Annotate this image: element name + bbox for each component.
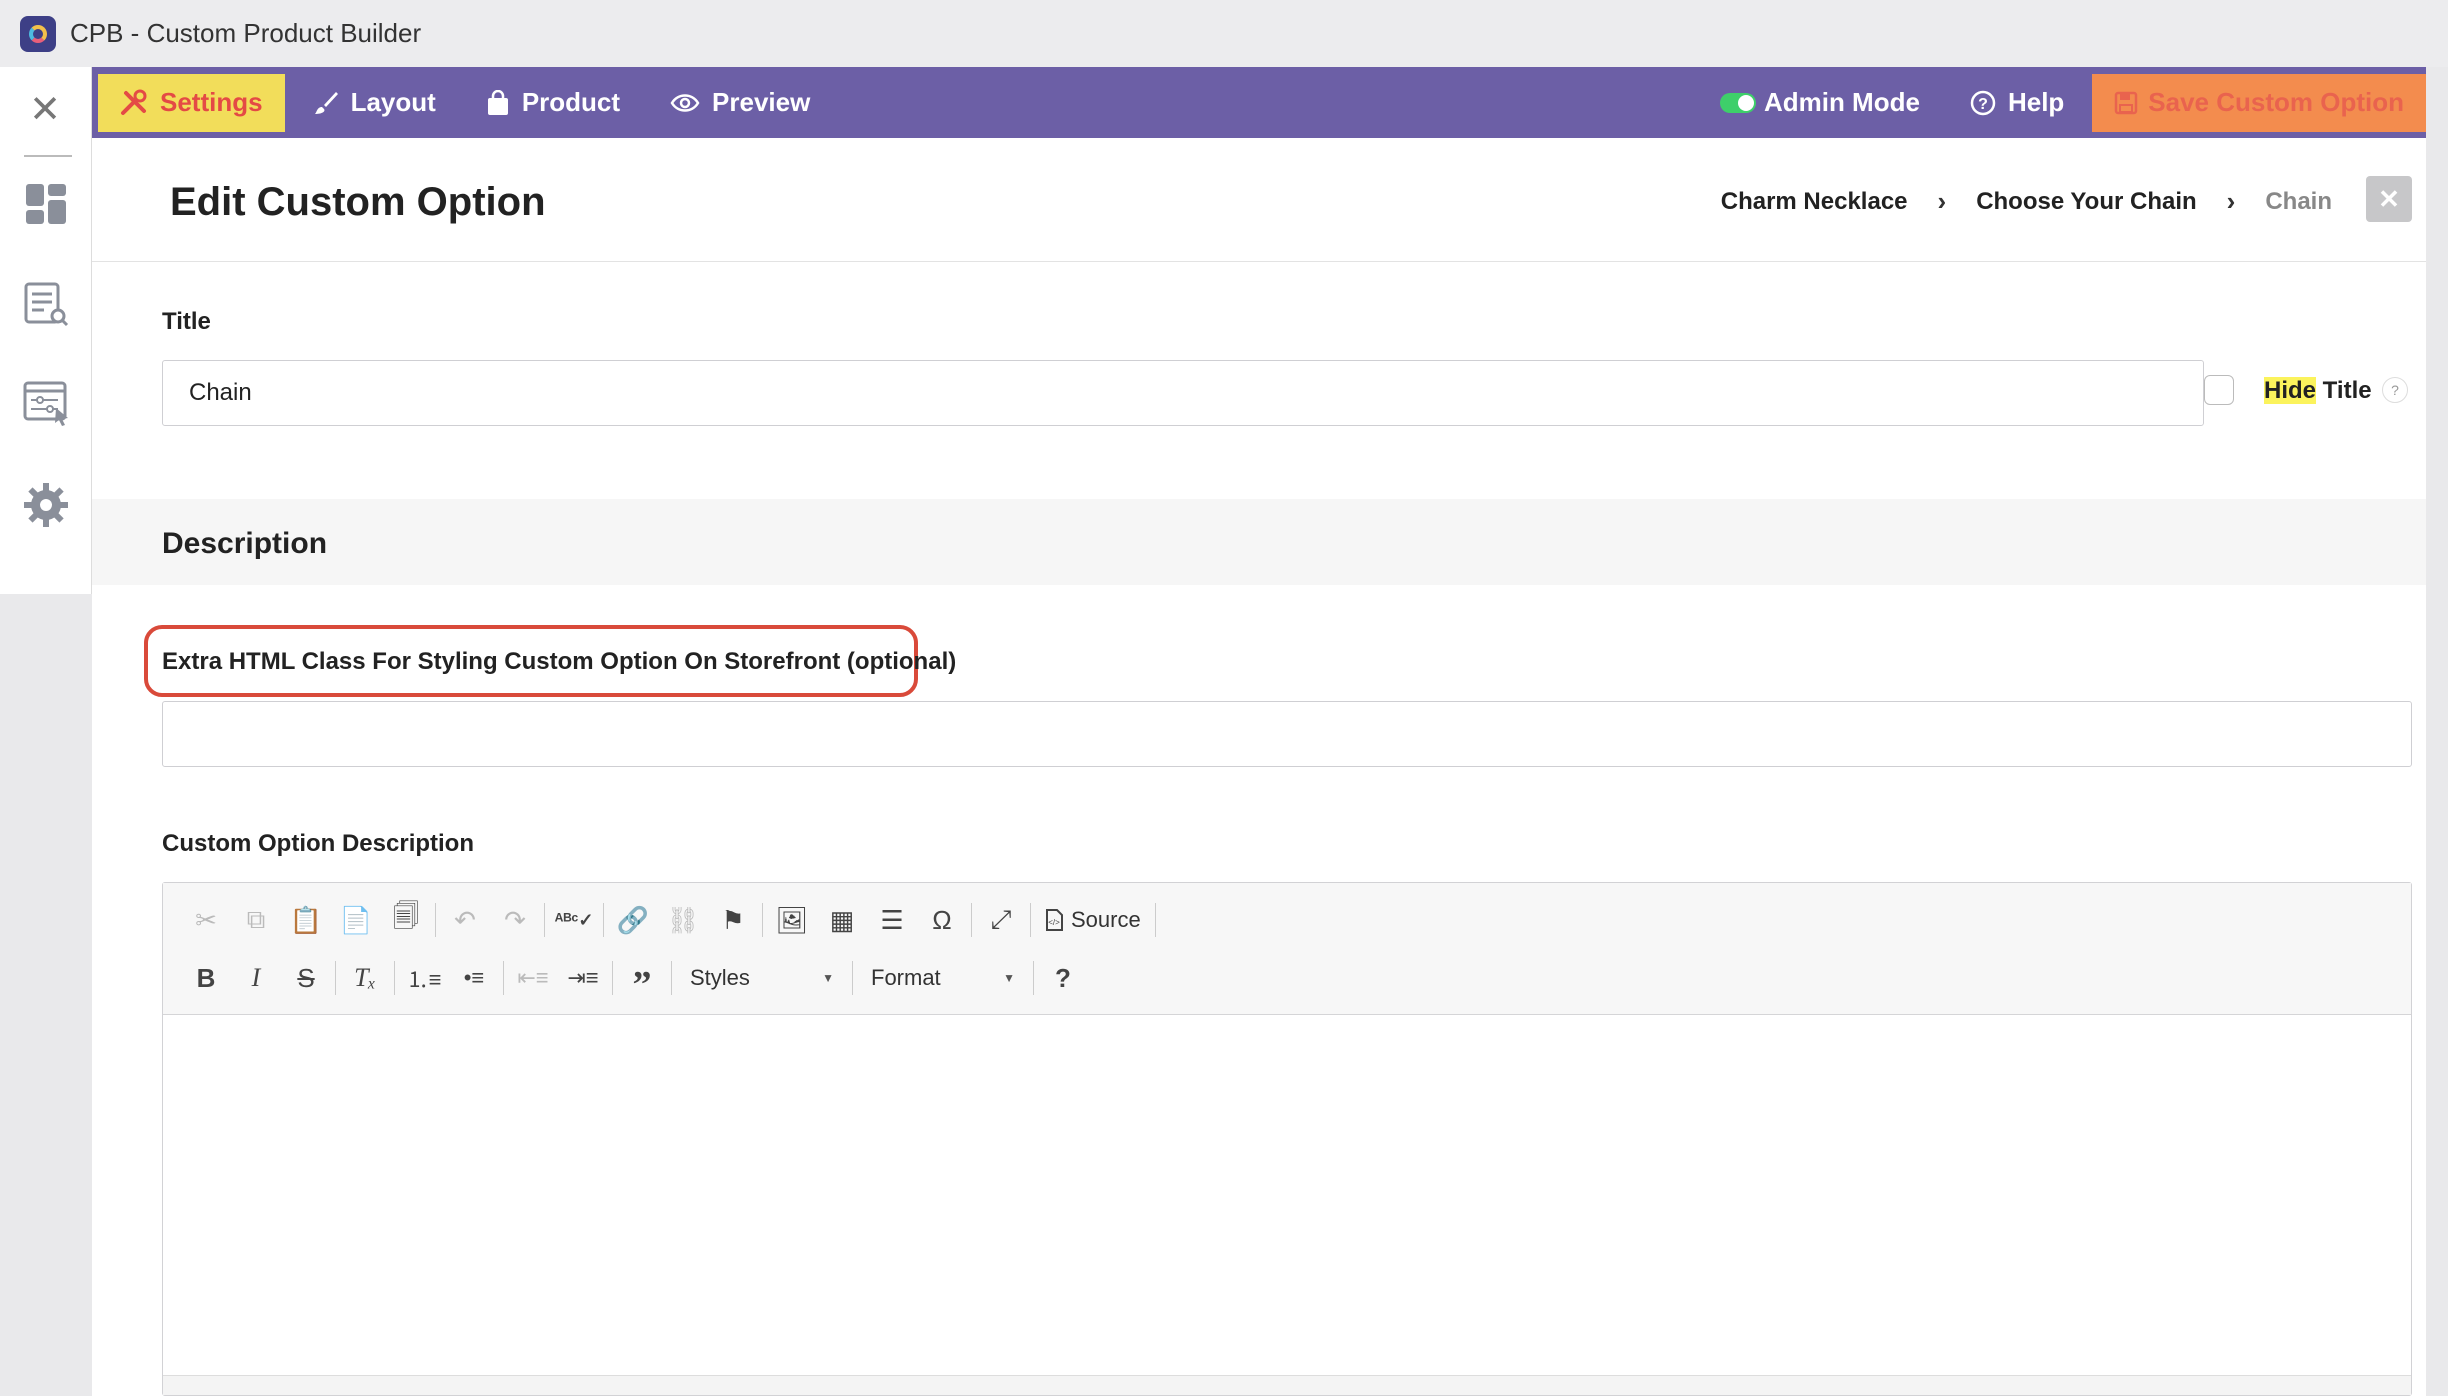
chevron-right-icon: ›: [1937, 186, 1947, 216]
tab-preview[interactable]: Preview: [648, 74, 832, 132]
rich-text-editor: ✂ ⧉ 📋 📄 🗐 ↶ ↷ ᴬᴮᶜ✓ 🔗 ⛓ ⚑ 🖼 ▦ ☰ Ω ⤢ </> S…: [162, 882, 2412, 1396]
breadcrumb-current: Chain: [2265, 187, 2332, 215]
save-label: Save Custom Option: [2148, 87, 2404, 117]
extra-class-input[interactable]: [162, 701, 2412, 767]
italic-icon[interactable]: I: [231, 956, 281, 1000]
edit-panel: Edit Custom Option Charm Necklace › Choo…: [92, 138, 2426, 1396]
editor-content-area[interactable]: [163, 1015, 2411, 1375]
tab-settings-label: Settings: [160, 87, 263, 117]
save-custom-option-button[interactable]: Save Custom Option: [2092, 73, 2426, 132]
tab-settings[interactable]: Settings: [98, 73, 285, 132]
strikethrough-icon[interactable]: S: [281, 956, 331, 1000]
horizontal-line-icon[interactable]: ☰: [867, 898, 917, 942]
help-button[interactable]: ? Help: [1948, 74, 2086, 132]
outdent-icon[interactable]: ⇤≡: [508, 956, 558, 1000]
tab-product-label: Product: [521, 87, 621, 117]
chevron-right-icon: ›: [2226, 186, 2236, 216]
maximize-icon[interactable]: ⤢: [976, 898, 1026, 942]
hide-title-checkbox[interactable]: [2204, 375, 2234, 405]
anchor-flag-icon[interactable]: ⚑: [708, 898, 758, 942]
help-label: Help: [2007, 87, 2065, 117]
eye-icon: [670, 93, 700, 112]
paste-text-icon[interactable]: 📄: [331, 898, 381, 942]
source-button[interactable]: </> Source: [1035, 898, 1151, 942]
title-label: Title: [162, 308, 211, 335]
image-icon[interactable]: 🖼: [767, 898, 817, 942]
cut-icon[interactable]: ✂: [181, 898, 231, 942]
filter-settings-icon[interactable]: [22, 378, 70, 426]
tab-product[interactable]: Product: [464, 74, 642, 132]
svg-text:</>: </>: [1048, 918, 1060, 927]
description-heading: Description: [162, 527, 328, 560]
title-input[interactable]: Chain: [162, 360, 2204, 426]
source-file-icon: </>: [1046, 909, 1063, 931]
table-icon[interactable]: ▦: [817, 898, 867, 942]
tools-icon: [121, 89, 147, 115]
app-title: CPB - Custom Product Builder: [70, 18, 422, 48]
paste-word-icon[interactable]: 🗐: [381, 898, 431, 942]
toolbar-row-2: B I S Tₓ ⒈≡ •≡ ⇤≡ ⇥≡ ” Styles ▼ Format ▼…: [181, 956, 1088, 1006]
format-label: Format: [871, 965, 941, 990]
unlink-icon[interactable]: ⛓: [658, 898, 708, 942]
top-navigation: Settings Layout Product Preview Admin Mo…: [92, 67, 2426, 138]
hide-title-label: Hide Title: [2264, 377, 2372, 404]
page-title: Edit Custom Option: [170, 180, 546, 224]
breadcrumb-item[interactable]: Choose Your Chain: [1976, 188, 2196, 216]
editor-statusbar: [163, 1375, 2411, 1395]
numbered-list-icon[interactable]: ⒈≡: [399, 956, 449, 1000]
custom-description-label: Custom Option Description: [162, 830, 474, 857]
blockquote-icon[interactable]: ”: [617, 956, 667, 1006]
toolbar-row-1: ✂ ⧉ 📋 📄 🗐 ↶ ↷ ᴬᴮᶜ✓ 🔗 ⛓ ⚑ 🖼 ▦ ☰ Ω ⤢ </> S…: [181, 898, 1160, 942]
copy-icon[interactable]: ⧉: [231, 898, 281, 942]
left-sidebar: ✕: [0, 67, 92, 594]
question-circle-icon: ?: [1970, 90, 1996, 115]
shopping-bag-icon: [487, 89, 508, 115]
breadcrumb-item[interactable]: Charm Necklace: [1721, 188, 1908, 216]
dashboard-icon[interactable]: [22, 180, 70, 228]
toggle-switch-icon: [1719, 92, 1756, 113]
tab-layout-label: Layout: [350, 87, 436, 117]
tab-preview-label: Preview: [712, 87, 811, 117]
tab-layout[interactable]: Layout: [291, 74, 458, 132]
admin-mode-label: Admin Mode: [1763, 87, 1920, 117]
extra-class-label: Extra HTML Class For Styling Custom Opti…: [162, 648, 957, 675]
window-titlebar: CPB - Custom Product Builder: [0, 0, 2448, 67]
close-panel-button[interactable]: ✕: [2366, 176, 2412, 222]
gear-icon[interactable]: [22, 481, 70, 529]
styles-dropdown[interactable]: Styles ▼: [676, 956, 848, 1000]
special-char-icon[interactable]: Ω: [917, 898, 967, 942]
styles-label: Styles: [690, 965, 750, 990]
close-sidebar-icon[interactable]: ✕: [25, 89, 65, 131]
source-label: Source: [1071, 907, 1141, 932]
remove-format-icon[interactable]: Tₓ: [340, 956, 390, 1000]
sidebar-divider: [24, 155, 72, 157]
list-search-icon[interactable]: [22, 280, 70, 328]
caret-down-icon: ▼: [822, 971, 834, 985]
format-dropdown[interactable]: Format ▼: [857, 956, 1029, 1000]
floppy-disk-icon: [2115, 91, 2138, 114]
editor-toolbar: ✂ ⧉ 📋 📄 🗐 ↶ ↷ ᴬᴮᶜ✓ 🔗 ⛓ ⚑ 🖼 ▦ ☰ Ω ⤢ </> S…: [163, 883, 2411, 1015]
panel-header: Edit Custom Option Charm Necklace › Choo…: [92, 138, 2426, 262]
spellcheck-icon[interactable]: ᴬᴮᶜ✓: [549, 898, 599, 942]
link-icon[interactable]: 🔗: [608, 898, 658, 942]
indent-icon[interactable]: ⇥≡: [558, 956, 608, 1000]
bold-icon[interactable]: B: [181, 956, 231, 1000]
brush-icon: [314, 91, 338, 114]
breadcrumb: Charm Necklace › Choose Your Chain › Cha…: [1721, 186, 2332, 217]
svg-text:?: ?: [1978, 96, 1988, 113]
redo-icon[interactable]: ↷: [490, 898, 540, 942]
admin-mode-toggle[interactable]: Admin Mode: [1698, 74, 1942, 132]
editor-help-icon[interactable]: ?: [1038, 956, 1088, 1000]
description-section: Description: [92, 499, 2426, 585]
bulleted-list-icon[interactable]: •≡: [449, 956, 499, 1000]
undo-icon[interactable]: ↶: [440, 898, 490, 942]
app-logo-icon: [20, 15, 56, 52]
caret-down-icon: ▼: [1003, 971, 1015, 985]
help-tooltip-icon[interactable]: ?: [2382, 377, 2408, 403]
paste-icon[interactable]: 📋: [281, 898, 331, 942]
